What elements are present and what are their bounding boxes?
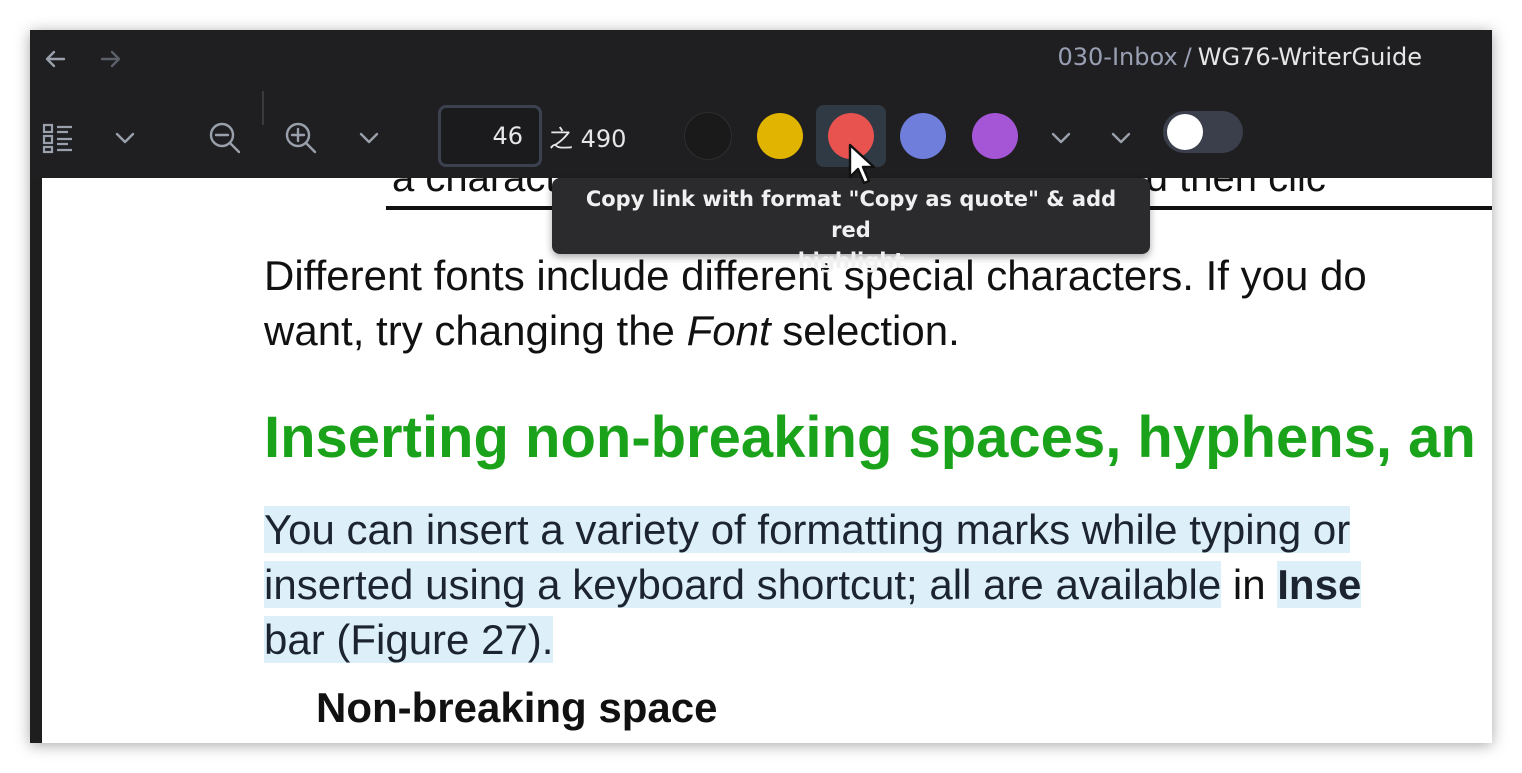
highlighted-text: You can insert a variety of formatting m… <box>264 506 1351 553</box>
sidebar-list-icon <box>42 123 72 154</box>
color-swatch-black[interactable] <box>673 105 743 167</box>
page-gutter <box>30 178 42 743</box>
zoom-out-icon <box>209 122 241 154</box>
breadcrumb-separator: / <box>1183 43 1192 71</box>
text-segment: selection. <box>770 307 960 354</box>
color-swatch-blue[interactable] <box>888 105 958 167</box>
zoom-options-dropdown[interactable] <box>352 118 386 158</box>
tooltip-line-1: Copy link with format "Copy as quote" & … <box>585 187 1117 242</box>
highlighted-text: bar (Figure 27). <box>264 616 554 663</box>
sidebar-toggle-button[interactable] <box>38 118 78 158</box>
paragraph-1-line-2: want, try changing the Font selection. <box>264 303 960 358</box>
tooltip: Copy link with format "Copy as quote" & … <box>552 178 1150 273</box>
page-total-label: 之 490 <box>549 125 627 153</box>
sidebar-options-dropdown[interactable] <box>108 118 142 158</box>
zoom-out-button[interactable] <box>204 116 246 160</box>
text-segment: in <box>1221 561 1278 608</box>
toolbar-divider <box>262 91 264 125</box>
black-swatch-dot <box>684 112 732 160</box>
color-swatch-purple[interactable] <box>960 105 1030 167</box>
section-heading: Inserting non-breaking spaces, hyphens, … <box>264 405 1476 470</box>
more-options-dropdown[interactable] <box>1104 118 1138 158</box>
paragraph-2-line-1: You can insert a variety of formatting m… <box>264 502 1351 557</box>
breadcrumb-parent[interactable]: 030-Inbox <box>1058 43 1178 71</box>
chevron-down-icon <box>1051 132 1071 144</box>
title-bar: 030-Inbox / WG76-WriterGuide <box>30 30 1492 88</box>
forward-button[interactable] <box>96 44 126 74</box>
yellow-swatch-dot <box>757 113 803 159</box>
tooltip-line-2: highlight <box>797 249 905 273</box>
breadcrumb-current[interactable]: WG76-WriterGuide <box>1198 43 1422 71</box>
chevron-down-icon <box>359 132 379 144</box>
page-number-input[interactable]: 46 <box>438 105 542 167</box>
mouse-cursor-icon <box>848 143 876 185</box>
toggle-knob <box>1167 114 1203 150</box>
app-window: 030-Inbox / WG76-WriterGuide 46 之 490 a … <box>30 30 1492 743</box>
breadcrumb: 030-Inbox / WG76-WriterGuide <box>1058 43 1423 71</box>
arrow-left-icon <box>45 50 66 68</box>
font-emphasis: Font <box>686 307 771 354</box>
chevron-down-icon <box>115 132 135 144</box>
zoom-in-button[interactable] <box>280 116 322 160</box>
zoom-in-icon <box>285 122 317 154</box>
chevron-down-icon <box>1111 132 1131 144</box>
highlighted-bold-text: Inse <box>1277 561 1362 608</box>
copy-format-dropdown[interactable] <box>1044 118 1078 158</box>
purple-swatch-dot <box>972 113 1018 159</box>
paragraph-2-line-2: inserted using a keyboard shortcut; all … <box>264 557 1362 612</box>
text-segment: want, try changing the <box>264 307 687 354</box>
color-swatch-yellow[interactable] <box>745 105 815 167</box>
arrow-right-icon <box>100 50 121 68</box>
toggle-switch[interactable] <box>1163 111 1243 153</box>
subsection-heading: Non-breaking space <box>316 684 718 731</box>
paragraph-2-line-3: bar (Figure 27). <box>264 612 554 667</box>
highlighted-text: inserted using a keyboard shortcut; all … <box>264 561 1222 608</box>
blue-swatch-dot <box>900 113 946 159</box>
back-button[interactable] <box>40 44 70 74</box>
